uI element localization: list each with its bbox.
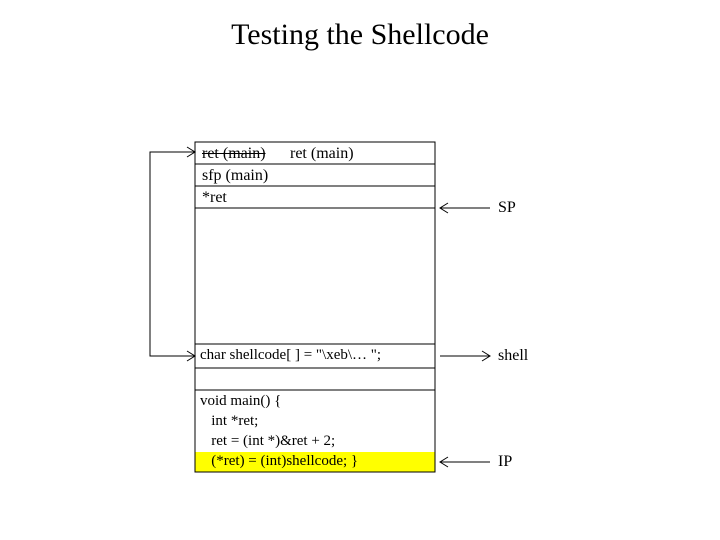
text-star-ret: *ret (202, 190, 227, 206)
text-ret-main-new: ret (main) (290, 146, 354, 162)
label-ip: IP (498, 454, 512, 470)
label-sp: SP (498, 200, 516, 216)
cell-gap-1 (195, 208, 435, 344)
text-main-1: void main() { (200, 394, 281, 409)
arrow-ip (440, 457, 490, 467)
diagram-canvas (0, 0, 720, 540)
text-shellcode: char shellcode[ ] = "\xeb\… "; (200, 348, 381, 363)
cell-star-ret (195, 186, 435, 208)
text-main-4: (*ret) = (int)shellcode; } (200, 454, 358, 469)
text-sfp-main: sfp (main) (202, 168, 268, 184)
cell-gap-2 (195, 368, 435, 390)
arrow-ret-to-shellcode (150, 147, 195, 361)
label-shell: shell (498, 348, 528, 364)
text-ret-main-struck: ret (main) (202, 146, 266, 162)
arrow-shell (440, 351, 490, 361)
text-main-2: int *ret; (200, 414, 258, 429)
slide-title: Testing the Shellcode (0, 18, 720, 52)
text-main-3: ret = (int *)&ret + 2; (200, 434, 335, 449)
arrow-sp (440, 203, 490, 213)
